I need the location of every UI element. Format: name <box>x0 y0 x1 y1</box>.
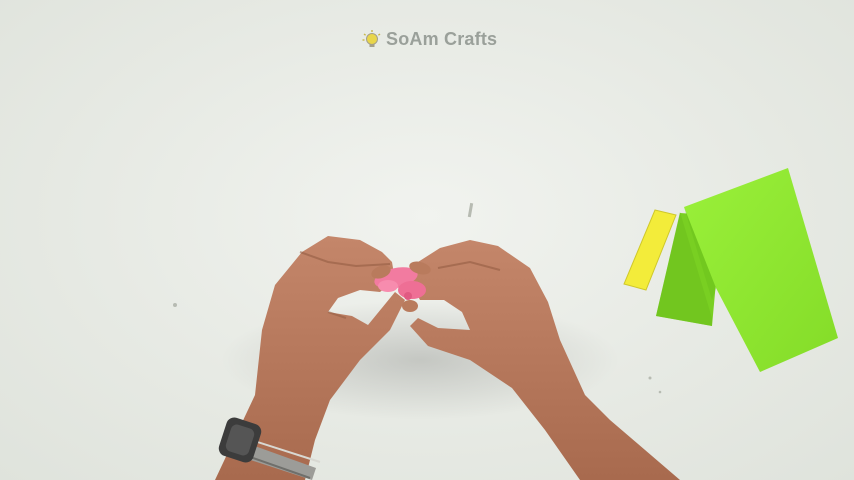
craft-photo <box>173 168 838 480</box>
green-paper-sheets <box>656 168 838 372</box>
video-frame: SoAm Crafts <box>0 0 854 480</box>
